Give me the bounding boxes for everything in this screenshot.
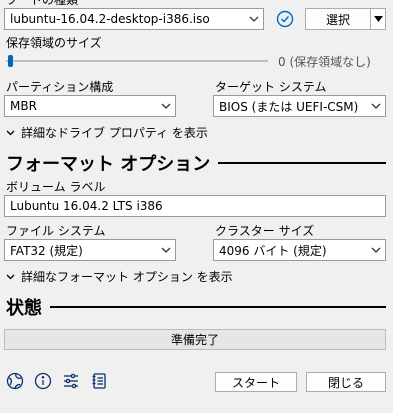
info-icon[interactable] xyxy=(32,370,54,392)
boot-selection-label: ブートの種類 xyxy=(6,0,79,7)
partition-scheme-label: パーティション構成 xyxy=(6,80,114,94)
target-system-select[interactable]: BIOS (または UEFI-CSM) xyxy=(213,95,386,117)
advanced-drive-properties-toggle[interactable]: 詳細なドライブ プロパティ を表示 xyxy=(6,124,208,141)
target-system-label: ターゲット システム xyxy=(215,80,327,94)
status-heading: 状態 xyxy=(6,294,386,320)
boot-image-value: lubuntu-16.04.2-desktop-i386.iso xyxy=(10,12,210,26)
chevron-down-icon xyxy=(245,9,263,29)
partition-scheme-value: MBR xyxy=(10,99,37,113)
file-system-label: ファイル システム xyxy=(6,224,106,238)
chevron-down-icon xyxy=(367,96,385,116)
advanced-format-options-toggle[interactable]: 詳細なフォーマット オプション を表示 xyxy=(6,268,233,285)
advanced-drive-properties-label: 詳細なドライブ プロパティ を表示 xyxy=(21,126,208,140)
partition-scheme-select[interactable]: MBR xyxy=(4,95,176,117)
cluster-size-value: 4096 バイト (規定) xyxy=(219,243,327,258)
status-progress-bar: 準備完了 xyxy=(4,329,386,350)
chevron-down-icon xyxy=(157,96,175,116)
close-button[interactable]: 閉じる xyxy=(306,372,386,392)
boot-image-select[interactable]: lubuntu-16.04.2-desktop-i386.iso xyxy=(4,8,264,30)
volume-label-value: Lubuntu 16.04.2 LTS i386 xyxy=(10,199,163,213)
persistence-value: 0 (保存領域なし) xyxy=(278,55,371,69)
status-progress-text: 準備完了 xyxy=(170,333,219,347)
section-divider xyxy=(50,306,386,308)
volume-label-input[interactable]: Lubuntu 16.04.2 LTS i386 xyxy=(4,195,386,217)
chevron-down-icon xyxy=(157,240,175,260)
section-divider xyxy=(218,162,386,164)
check-circle-icon[interactable] xyxy=(274,8,296,30)
globe-icon[interactable] xyxy=(4,370,26,392)
start-button[interactable]: スタート xyxy=(215,372,297,392)
file-system-select[interactable]: FAT32 (規定) xyxy=(4,239,176,261)
chevron-down-icon xyxy=(6,130,15,135)
advanced-format-options-label: 詳細なフォーマット オプション を表示 xyxy=(21,270,233,284)
cluster-size-label: クラスター サイズ xyxy=(215,224,315,238)
slider-track xyxy=(6,60,268,62)
persistence-slider[interactable] xyxy=(6,55,268,67)
target-system-value: BIOS (または UEFI-CSM) xyxy=(219,99,359,114)
chevron-down-icon xyxy=(6,274,15,279)
format-options-title: フォーマット オプション xyxy=(6,154,211,175)
settings-sliders-icon[interactable] xyxy=(60,370,82,392)
select-button[interactable]: 選択 xyxy=(305,8,371,30)
log-icon[interactable] xyxy=(88,370,110,392)
persistence-label: 保存領域のサイズ xyxy=(6,36,102,50)
slider-thumb[interactable] xyxy=(8,55,13,67)
chevron-down-icon xyxy=(367,240,385,260)
format-options-heading: フォーマット オプション xyxy=(6,150,386,176)
select-dropdown-button[interactable] xyxy=(370,8,386,30)
volume-label-label: ボリューム ラベル xyxy=(6,180,106,194)
cluster-size-select[interactable]: 4096 バイト (規定) xyxy=(213,239,386,261)
file-system-value: FAT32 (規定) xyxy=(10,243,83,258)
caret-down-icon xyxy=(373,16,383,22)
status-title: 状態 xyxy=(6,298,42,319)
